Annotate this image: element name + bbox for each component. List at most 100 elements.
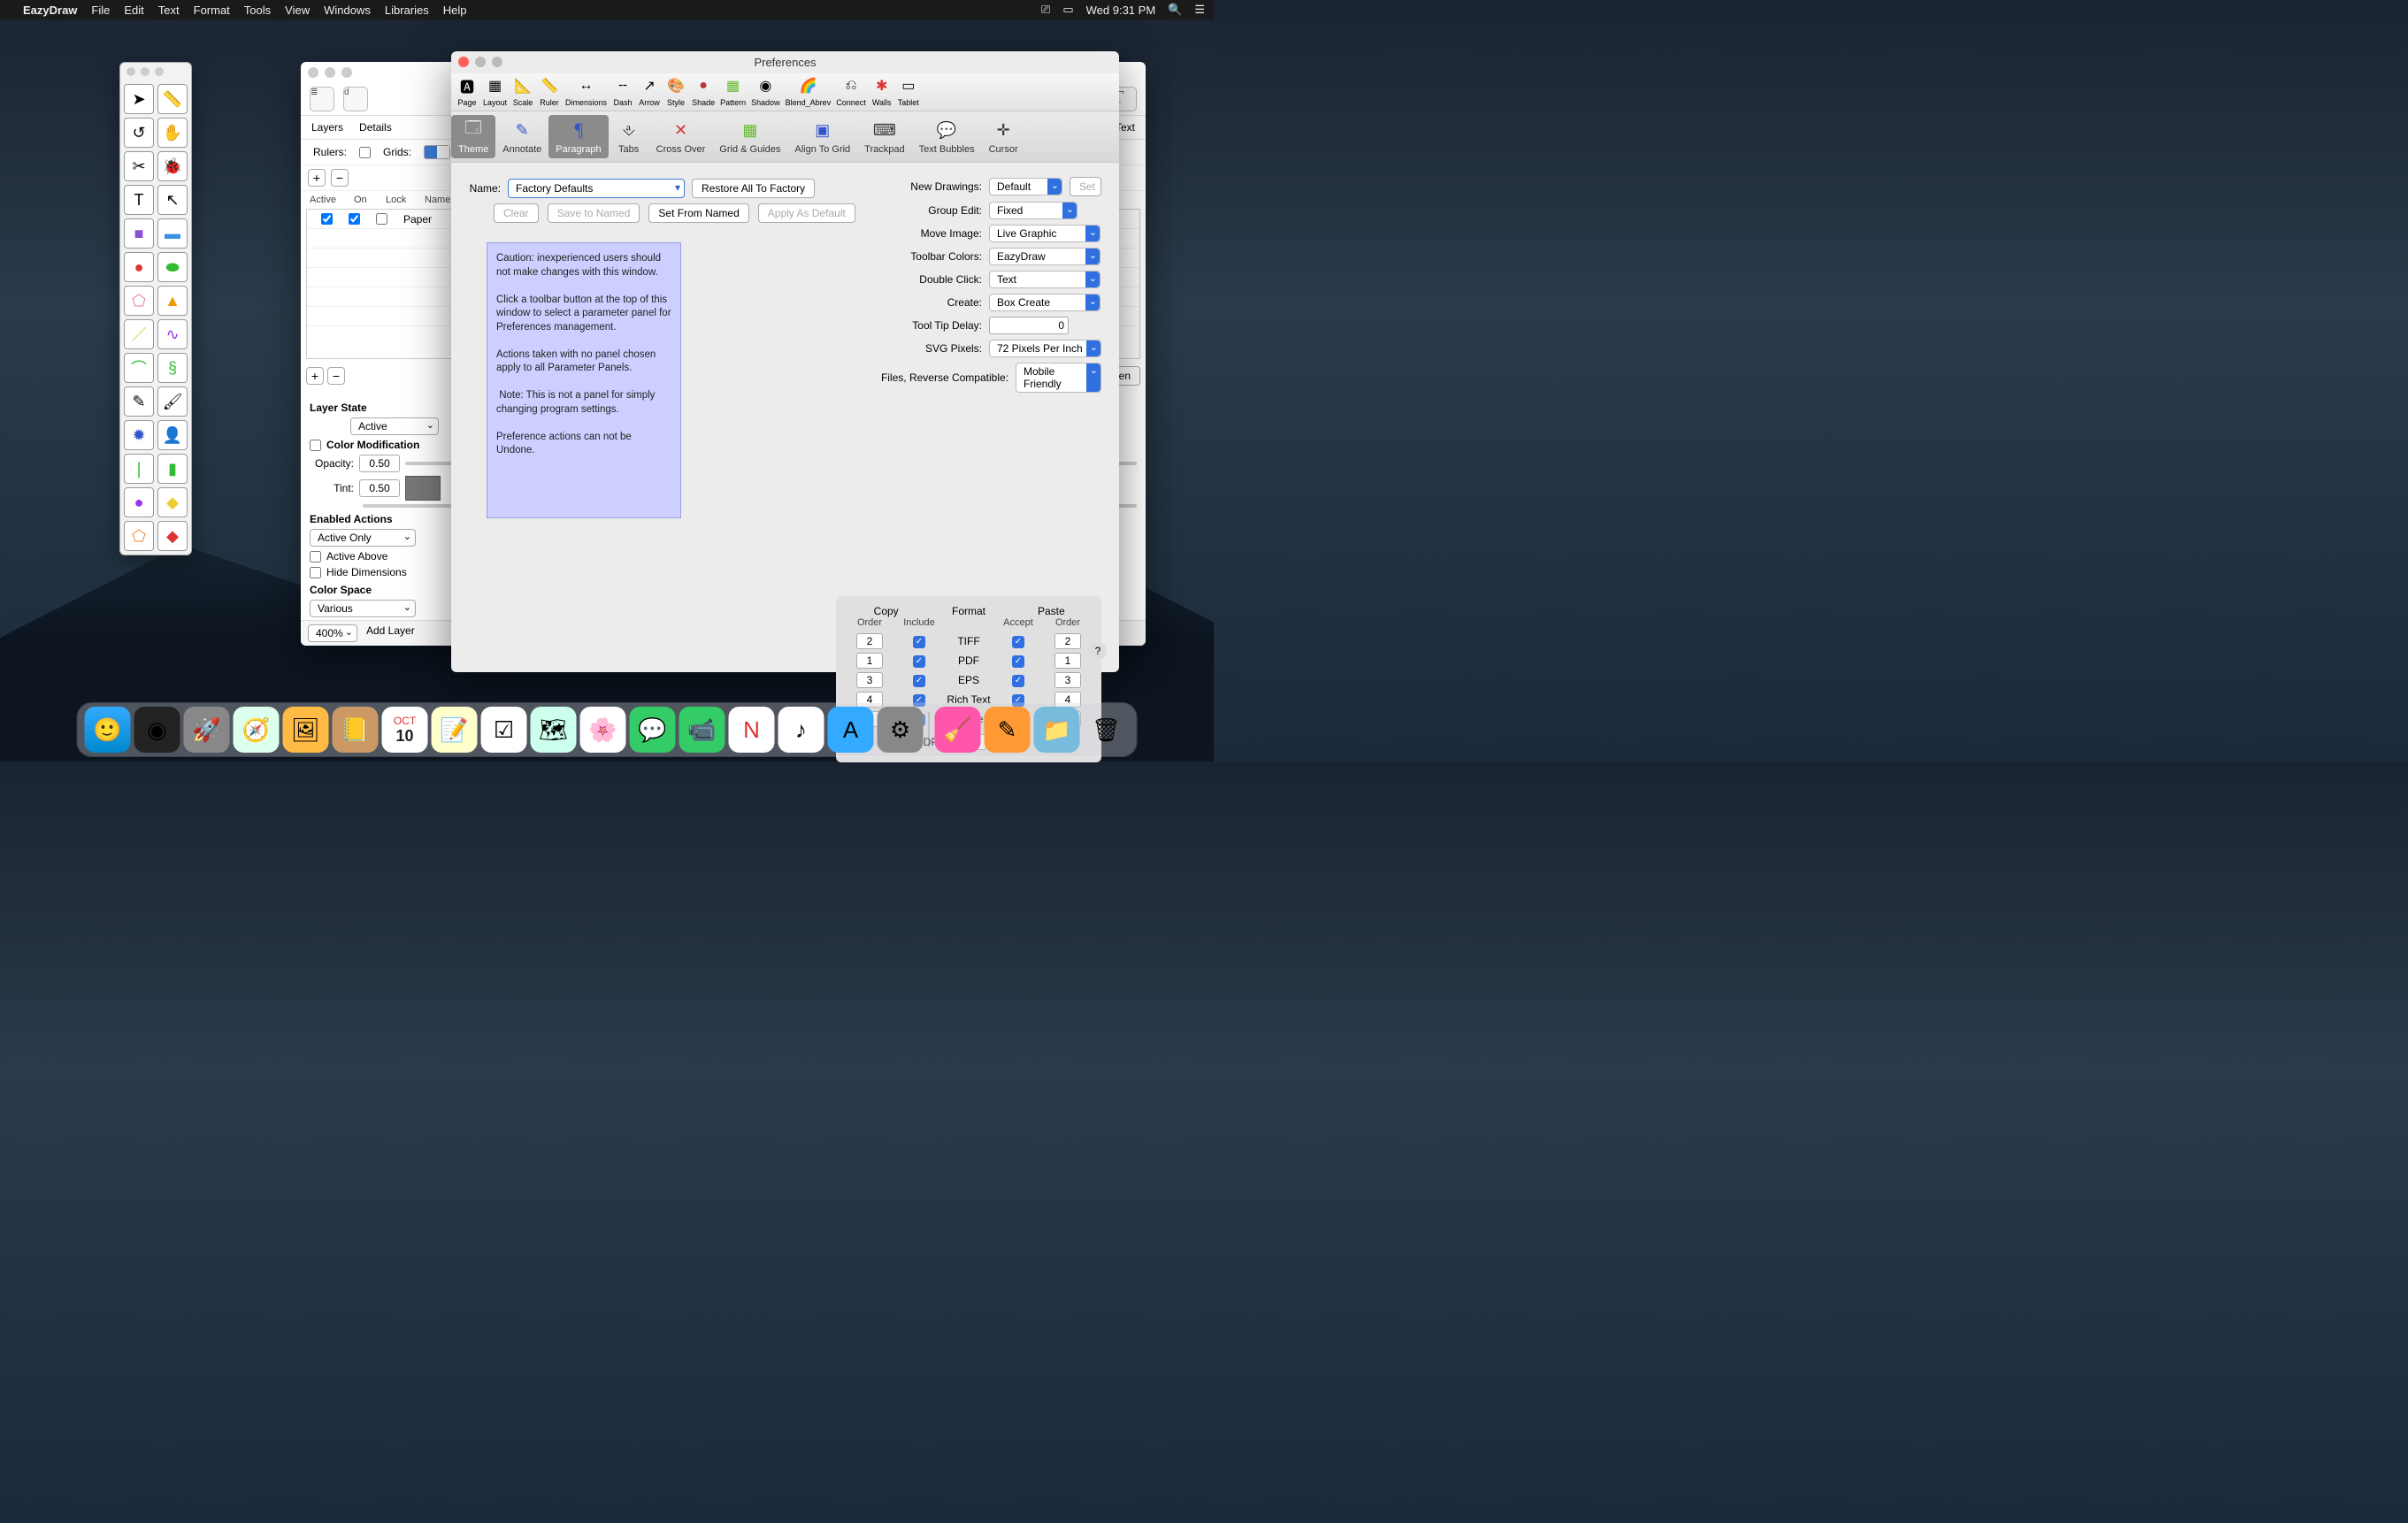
- star-tool[interactable]: ◆: [157, 487, 188, 517]
- dock-facetime[interactable]: 📹: [679, 707, 725, 753]
- dimensions-icon[interactable]: ↔: [576, 75, 597, 96]
- color-space-select[interactable]: Various: [310, 600, 416, 617]
- page-icon[interactable]: 🅰: [456, 75, 478, 96]
- menu-view[interactable]: View: [285, 4, 310, 17]
- save-named-button[interactable]: Save to Named: [548, 203, 640, 223]
- copy-order-input[interactable]: 3: [856, 672, 883, 688]
- accept-checkbox[interactable]: ✓: [1012, 636, 1024, 648]
- menu-tools[interactable]: Tools: [244, 4, 271, 17]
- layer-state-select[interactable]: Active: [350, 417, 439, 435]
- dock-trash[interactable]: 🗑: [1084, 707, 1130, 753]
- ruler-icon[interactable]: 📏: [539, 75, 560, 96]
- menu-format[interactable]: Format: [194, 4, 230, 17]
- bug-tool[interactable]: 🐞: [157, 151, 188, 181]
- toolbar-colors-select[interactable]: EazyDraw: [989, 248, 1100, 265]
- flag-tool[interactable]: ▮: [157, 454, 188, 484]
- style-icon[interactable]: 🎨: [665, 75, 686, 96]
- scale-icon[interactable]: 📐: [512, 75, 533, 96]
- app-name[interactable]: EazyDraw: [23, 4, 77, 17]
- copy-order-input[interactable]: 1: [856, 653, 883, 669]
- dock-itunes[interactable]: ♪: [778, 707, 824, 753]
- include-checkbox[interactable]: ✓: [913, 636, 925, 648]
- arc-tool[interactable]: ⌒: [124, 353, 154, 383]
- layer-lock[interactable]: [376, 213, 387, 225]
- add-layer-button[interactable]: +: [306, 367, 324, 385]
- circle-tool[interactable]: ●: [124, 252, 154, 282]
- brush-tool[interactable]: 🖌: [157, 386, 188, 417]
- dock-reminders[interactable]: ☑: [481, 707, 527, 753]
- close-button[interactable]: [458, 57, 469, 67]
- include-checkbox[interactable]: ✓: [913, 655, 925, 668]
- dock-photos[interactable]: 🌸: [580, 707, 626, 753]
- name-combo[interactable]: Factory Defaults: [508, 179, 685, 198]
- tab-crossover[interactable]: ✕Cross Over: [649, 115, 713, 158]
- spiral-tool[interactable]: §: [157, 353, 188, 383]
- help-button[interactable]: ?: [1089, 642, 1107, 660]
- text-tool[interactable]: T: [124, 185, 154, 215]
- shadow-icon[interactable]: ◉: [755, 75, 776, 96]
- set-button[interactable]: Set: [1070, 177, 1101, 196]
- menu-windows[interactable]: Windows: [324, 4, 371, 17]
- dock-finder[interactable]: 🙂: [85, 707, 131, 753]
- active-above-checkbox[interactable]: [310, 551, 321, 563]
- enabled-actions-select[interactable]: Active Only: [310, 529, 416, 547]
- minimize-button[interactable]: [475, 57, 486, 67]
- tooltip-delay-input[interactable]: [989, 317, 1069, 334]
- ellipse-tool[interactable]: ⬬: [157, 252, 188, 282]
- double-click-select[interactable]: Text: [989, 271, 1100, 288]
- dock-eazydraw[interactable]: ✎: [985, 707, 1031, 753]
- doc-tb-layers-icon[interactable]: ≣: [310, 87, 334, 111]
- dash-icon[interactable]: ╌: [612, 75, 633, 96]
- spotlight-icon[interactable]: 🔍: [1168, 3, 1182, 17]
- shade-icon[interactable]: ●: [693, 75, 714, 96]
- dock-preview[interactable]: 🖼: [283, 707, 329, 753]
- pentagon-tool[interactable]: ⬠: [124, 286, 154, 316]
- mirroring-icon[interactable]: ⎚: [1041, 3, 1050, 17]
- paste-order-input[interactable]: 2: [1054, 633, 1081, 649]
- dock-launchpad[interactable]: 🚀: [184, 707, 230, 753]
- rulers-checkbox[interactable]: [359, 147, 371, 158]
- copy-order-input[interactable]: 2: [856, 633, 883, 649]
- tab-trackpad[interactable]: ⌨Trackpad: [857, 115, 911, 158]
- include-checkbox[interactable]: ✓: [913, 675, 925, 687]
- arrow-tool[interactable]: ➤: [124, 84, 154, 114]
- connect-icon[interactable]: ⎌: [840, 75, 862, 96]
- dock-appstore[interactable]: A: [828, 707, 874, 753]
- pattern-icon[interactable]: ▦: [723, 75, 744, 96]
- set-from-named-button[interactable]: Set From Named: [648, 203, 748, 223]
- rect-tool[interactable]: ▬: [157, 218, 188, 249]
- measure-tool[interactable]: 📏: [157, 84, 188, 114]
- tab-bubbles[interactable]: 💬Text Bubbles: [912, 115, 982, 158]
- pointer-tool[interactable]: ↖: [157, 185, 188, 215]
- opacity-input[interactable]: [359, 455, 400, 472]
- tint-input[interactable]: [359, 479, 400, 497]
- gem-tool[interactable]: ◆: [157, 521, 188, 551]
- line-tool[interactable]: ／: [124, 319, 154, 349]
- dock-cleaner[interactable]: 🧹: [935, 707, 981, 753]
- tab-paragraph[interactable]: ¶Paragraph: [548, 115, 608, 158]
- move-image-select[interactable]: Live Graphic: [989, 225, 1100, 242]
- layer-active[interactable]: [321, 213, 333, 225]
- files-compat-select[interactable]: Mobile Friendly: [1016, 363, 1101, 393]
- menu-file[interactable]: File: [91, 4, 110, 17]
- color-mod-checkbox[interactable]: [310, 440, 321, 451]
- tab-theme[interactable]: 🗔Theme: [451, 115, 495, 158]
- silhouette-tool[interactable]: 👤: [157, 420, 188, 450]
- pencil-tool[interactable]: ✎: [124, 386, 154, 417]
- displays-icon[interactable]: ▭: [1062, 3, 1073, 17]
- tablet-icon[interactable]: ▭: [898, 75, 919, 96]
- dock-notes[interactable]: 📝: [432, 707, 478, 753]
- dock-maps[interactable]: 🗺: [531, 707, 577, 753]
- tab-align[interactable]: ▣Align To Grid: [787, 115, 857, 158]
- hide-dims-checkbox[interactable]: [310, 567, 321, 578]
- tab-grid[interactable]: ▦Grid & Guides: [712, 115, 787, 158]
- accept-checkbox[interactable]: ✓: [1012, 655, 1024, 668]
- dock-downloads[interactable]: 📁: [1034, 707, 1080, 753]
- new-drawings-select[interactable]: Default: [989, 178, 1062, 195]
- menu-text[interactable]: Text: [158, 4, 180, 17]
- group-edit-select[interactable]: Fixed: [989, 202, 1077, 219]
- create-select[interactable]: Box Create: [989, 294, 1100, 311]
- doc-tb-d-icon[interactable]: d: [343, 87, 368, 111]
- blend-icon[interactable]: 🌈: [797, 75, 818, 96]
- dock-calendar[interactable]: OCT10: [382, 707, 428, 753]
